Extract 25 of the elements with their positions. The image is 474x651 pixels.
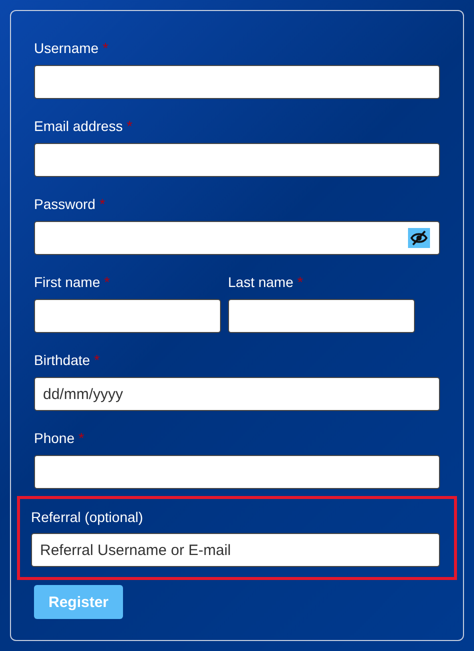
required-mark: * — [102, 40, 108, 58]
hide-password-icon[interactable] — [408, 228, 430, 248]
input-field[interactable]: Referral Username or E-mail — [31, 533, 440, 567]
required-mark: * — [126, 118, 132, 136]
field-label: Username — [34, 39, 99, 57]
input-field[interactable] — [34, 299, 221, 333]
required-mark: * — [297, 274, 304, 292]
required-mark: * — [104, 274, 110, 292]
input-field[interactable]: dd/mm/yyyy — [34, 377, 440, 411]
register-button[interactable]: Register — [34, 585, 123, 619]
field-label: Birthdate — [34, 351, 90, 369]
input-field[interactable] — [228, 299, 415, 333]
required-mark: * — [94, 352, 100, 370]
field-label: First name — [34, 273, 100, 291]
field-label: Email address — [34, 117, 123, 135]
required-mark: * — [78, 430, 84, 448]
required-mark: * — [99, 196, 106, 214]
field-label: Password — [34, 195, 96, 213]
password-field[interactable] — [34, 221, 440, 255]
input-field[interactable] — [34, 65, 440, 99]
input-field[interactable] — [34, 143, 440, 177]
field-label: Phone — [34, 429, 74, 447]
input-field[interactable] — [34, 455, 440, 489]
field-label: Last name — [228, 273, 294, 291]
field-label: Referral (optional) — [31, 508, 144, 526]
